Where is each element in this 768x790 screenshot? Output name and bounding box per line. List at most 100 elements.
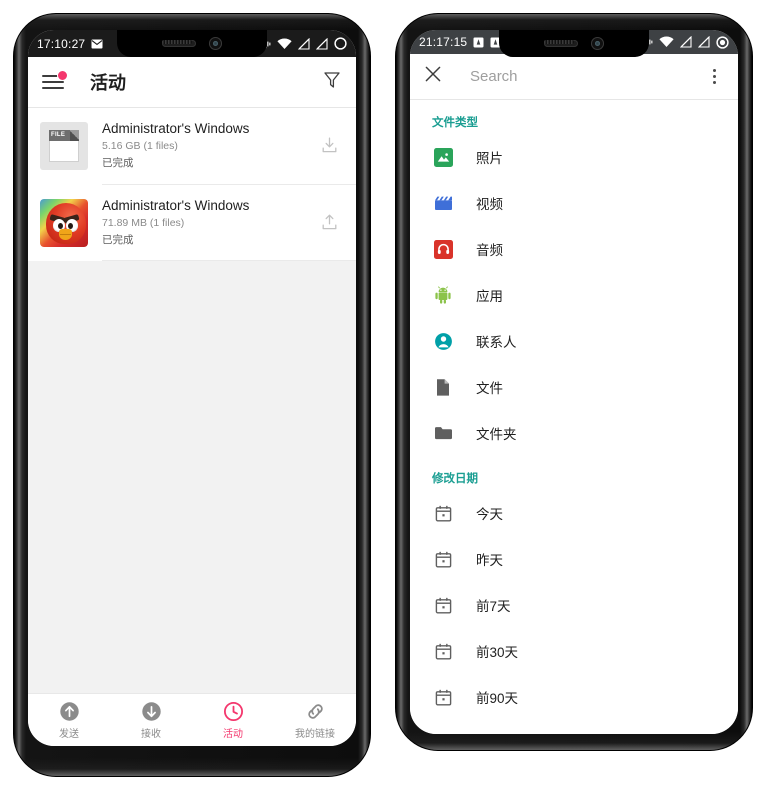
search-input[interactable]: Search — [470, 68, 704, 85]
phone-device-right: 21:17:15 Search 文件类型 照片 视频 音频 应用 联系人 文件 … — [396, 14, 752, 750]
file-thumb-label: FILE — [51, 132, 66, 139]
angry-birds-app-icon — [40, 198, 88, 247]
option-label: 应用 — [476, 289, 503, 305]
transfer-list: FILE Administrator's Windows 5.16 GB (1 … — [28, 108, 356, 693]
status-time: 17:10:27 — [37, 36, 86, 51]
notification-icon — [473, 37, 484, 48]
wifi-icon — [277, 38, 292, 50]
filter-option-videos[interactable]: 视频 — [410, 180, 738, 226]
app-bar-left: 活动 — [28, 57, 356, 107]
phone-device-left: 17:10:27 活动 FILE Administrator's Windows… — [14, 14, 370, 776]
option-label: 前90天 — [476, 691, 519, 707]
transfer-size: 5.16 GB (1 files) — [102, 140, 178, 153]
transfer-title: Administrator's Windows — [102, 121, 250, 136]
earpiece-speaker-icon — [162, 40, 196, 47]
battery-circle-icon — [716, 36, 729, 49]
calendar-icon — [432, 686, 454, 708]
transfer-info: Administrator's Windows 5.16 GB (1 files… — [102, 120, 316, 172]
option-label: 照片 — [476, 151, 503, 167]
nav-label: 接收 — [141, 728, 161, 740]
file-icon — [432, 376, 454, 398]
signal-off-icon — [298, 37, 310, 50]
transfer-row[interactable]: FILE Administrator's Windows 5.16 GB (1 … — [28, 108, 356, 184]
more-vertical-icon[interactable] — [704, 69, 724, 85]
link-icon — [307, 703, 323, 719]
folder-icon — [432, 422, 454, 444]
mail-icon — [91, 39, 103, 49]
filter-option-folders[interactable]: 文件夹 — [410, 410, 738, 456]
photo-icon — [432, 146, 454, 168]
upload-icon[interactable] — [316, 210, 342, 236]
download-icon[interactable] — [316, 133, 342, 159]
front-camera-icon — [591, 37, 604, 50]
close-x-icon[interactable] — [424, 65, 442, 88]
search-bar: Search — [410, 54, 738, 100]
option-label: 联系人 — [476, 335, 517, 351]
device-notch-left — [117, 30, 267, 57]
transfer-status: 已完成 — [102, 156, 134, 169]
nav-label: 我的链接 — [295, 728, 335, 740]
battery-circle-icon — [334, 37, 347, 50]
filter-option-files[interactable]: 文件 — [410, 364, 738, 410]
arrow-up-circle-icon — [59, 701, 79, 721]
earpiece-speaker-icon — [544, 40, 578, 47]
option-label: 前30天 — [476, 645, 519, 661]
menu-notification-badge — [57, 70, 68, 81]
arrow-down-circle-icon — [141, 701, 161, 721]
nav-item-send[interactable]: 发送 — [28, 701, 110, 740]
nav-item-receive[interactable]: 接收 — [110, 701, 192, 740]
section-heading-file-type: 文件类型 — [432, 117, 478, 130]
filter-option-last-30-days[interactable]: 前30天 — [410, 628, 738, 674]
android-icon — [432, 284, 454, 306]
calendar-icon — [432, 548, 454, 570]
calendar-icon — [432, 594, 454, 616]
filter-option-last-90-days[interactable]: 前90天 — [410, 674, 738, 720]
nav-label: 活动 — [223, 728, 243, 740]
option-label: 昨天 — [476, 553, 503, 569]
filter-option-yesterday[interactable]: 昨天 — [410, 536, 738, 582]
calendar-icon — [432, 502, 454, 524]
page-title: 活动 — [90, 73, 126, 93]
wifi-icon — [659, 36, 674, 48]
option-label: 前7天 — [476, 599, 511, 615]
calendar-icon — [432, 640, 454, 662]
contact-icon — [432, 330, 454, 352]
filter-options-panel: 文件类型 照片 视频 音频 应用 联系人 文件 文件夹 修改日期 今天 昨天 前… — [410, 100, 738, 734]
clock-icon — [223, 701, 243, 721]
transfer-row[interactable]: Administrator's Windows 71.89 MB (1 file… — [28, 184, 356, 261]
nav-label: 发送 — [59, 728, 79, 740]
section-heading-modified-date: 修改日期 — [432, 473, 478, 486]
device-notch-right — [499, 30, 649, 57]
phone-screen-left: 17:10:27 活动 FILE Administrator's Windows… — [28, 30, 356, 746]
filter-option-today[interactable]: 今天 — [410, 490, 738, 536]
nav-item-activity[interactable]: 活动 — [192, 701, 274, 740]
signal-off-icon — [316, 37, 328, 50]
file-document-icon: FILE — [40, 121, 88, 170]
nav-item-my-links[interactable]: 我的链接 — [274, 701, 356, 740]
filter-option-apps[interactable]: 应用 — [410, 272, 738, 318]
transfer-title: Administrator's Windows — [102, 197, 250, 213]
filter-option-audio[interactable]: 音频 — [410, 226, 738, 272]
filter-option-contacts[interactable]: 联系人 — [410, 318, 738, 364]
filter-option-photos[interactable]: 照片 — [410, 134, 738, 180]
hamburger-menu-icon[interactable] — [42, 70, 68, 90]
video-icon — [432, 192, 454, 214]
bottom-navigation: 发送 接收 活动 我的链接 — [28, 693, 356, 746]
filter-option-last-7-days[interactable]: 前7天 — [410, 582, 738, 628]
signal-off-icon — [698, 36, 710, 48]
front-camera-icon — [209, 37, 222, 50]
transfer-status: 已完成 — [102, 233, 134, 246]
option-label: 视频 — [476, 197, 503, 213]
option-label: 文件夹 — [476, 427, 517, 443]
status-time: 21:17:15 — [419, 35, 468, 50]
option-label: 文件 — [476, 381, 503, 397]
option-label: 音频 — [476, 243, 503, 259]
screenshot-stage: 17:10:27 活动 FILE Administrator's Windows… — [0, 0, 768, 790]
transfer-info: Administrator's Windows 71.89 MB (1 file… — [102, 197, 316, 249]
audio-icon — [432, 238, 454, 260]
option-label: 今天 — [476, 507, 503, 523]
phone-screen-right: 21:17:15 Search 文件类型 照片 视频 音频 应用 联系人 文件 … — [410, 30, 738, 734]
filter-funnel-icon[interactable] — [322, 70, 342, 95]
transfer-size: 71.89 MB (1 files) — [102, 216, 185, 229]
row-divider — [28, 260, 356, 262]
